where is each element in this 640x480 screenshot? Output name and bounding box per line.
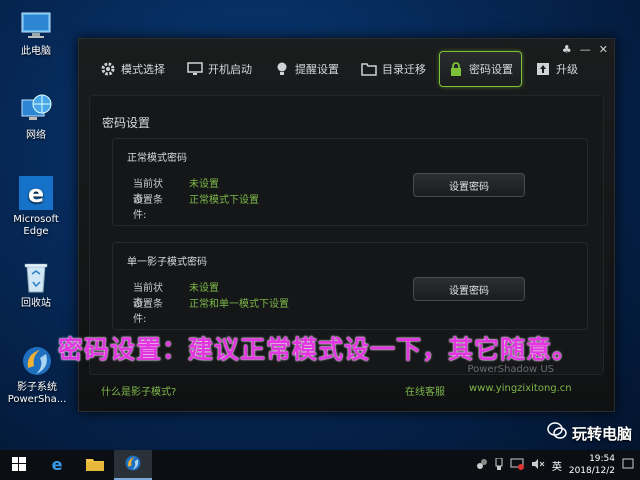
condition-label: 设置条件: bbox=[133, 299, 163, 325]
network-globe-icon bbox=[19, 92, 53, 126]
condition-value: 正常和单一模式下设置 bbox=[189, 299, 289, 310]
tab-label: 升级 bbox=[556, 63, 578, 76]
condition-label: 设置条件: bbox=[133, 195, 163, 221]
gear-icon bbox=[100, 61, 116, 77]
panel-title: 密码设置 bbox=[102, 116, 151, 130]
desktop-icon-label: 回收站 bbox=[21, 298, 51, 309]
online-service-link[interactable]: 在线客服 bbox=[405, 383, 445, 398]
clock-time: 19:54 bbox=[589, 454, 615, 464]
desktop-icon-this-pc[interactable]: 此电脑 bbox=[4, 8, 68, 58]
bulb-icon bbox=[274, 61, 290, 77]
volume-muted-icon[interactable] bbox=[531, 458, 545, 473]
folder-icon bbox=[361, 61, 377, 77]
window-footer: 什么是影子模式? 在线客服 www.yingzixitong.cn bbox=[79, 381, 614, 401]
close-button[interactable]: ✕ bbox=[599, 43, 608, 56]
svg-text:e: e bbox=[52, 456, 63, 472]
tab-directory-migration[interactable]: 目录迁移 bbox=[352, 51, 435, 87]
notification-icon[interactable] bbox=[622, 458, 634, 473]
tab-label: 开机启动 bbox=[208, 63, 252, 76]
tab-label: 目录迁移 bbox=[382, 63, 426, 76]
network-status-icon[interactable] bbox=[510, 458, 524, 473]
recycle-bin-icon bbox=[19, 260, 53, 294]
taskbar-shadow-system[interactable] bbox=[114, 450, 152, 480]
set-normal-password-button[interactable]: 设置密码 bbox=[413, 173, 525, 197]
card-title: 单一影子模式密码 bbox=[127, 257, 207, 268]
set-shadow-password-button[interactable]: 设置密码 bbox=[413, 277, 525, 301]
tab-upgrade[interactable]: 升级 bbox=[526, 51, 587, 87]
condition-value: 正常模式下设置 bbox=[189, 195, 259, 206]
tab-bar: 模式选择 开机启动 提醒设置 目录迁移 密码设置 升级 bbox=[91, 51, 587, 87]
watermark: 玩转电脑 bbox=[547, 422, 632, 444]
tab-reminder-settings[interactable]: 提醒设置 bbox=[265, 51, 348, 87]
condition-row: 设置条件: 正常和单一模式下设置 bbox=[133, 295, 289, 325]
watermark-text: 玩转电脑 bbox=[571, 424, 632, 443]
card-title: 正常模式密码 bbox=[127, 153, 187, 164]
shadow-system-icon bbox=[20, 344, 54, 378]
desktop-icon-label: Microsoft Edge bbox=[13, 214, 59, 237]
shadow-system-icon bbox=[124, 454, 142, 475]
folder-icon bbox=[86, 457, 104, 474]
edge-icon: e bbox=[49, 455, 65, 475]
tab-boot-startup[interactable]: 开机启动 bbox=[178, 51, 261, 87]
single-shadow-mode-password-card: 单一影子模式密码 当前状态: 未设置 设置条件: 正常和单一模式下设置 设置密码 bbox=[112, 242, 588, 330]
wechat-icon bbox=[547, 422, 567, 444]
upgrade-icon bbox=[535, 61, 551, 77]
clock-date: 2018/12/2 bbox=[568, 466, 615, 476]
monitor-icon bbox=[187, 61, 203, 77]
start-button[interactable] bbox=[0, 450, 38, 480]
overlay-caption: 密码设置：建议正常模式设一下，其它随意。 bbox=[58, 335, 579, 364]
desktop-icon-recycle-bin[interactable]: 回收站 bbox=[4, 260, 68, 310]
desktop-icon-edge[interactable]: e Microsoft Edge bbox=[4, 176, 68, 238]
tab-mode-select[interactable]: 模式选择 bbox=[91, 51, 174, 87]
tray-app-icon[interactable] bbox=[476, 458, 488, 473]
condition-row: 设置条件: 正常模式下设置 bbox=[133, 191, 259, 221]
computer-icon bbox=[19, 8, 53, 42]
svg-text:e: e bbox=[28, 180, 44, 208]
tab-label: 模式选择 bbox=[121, 63, 165, 76]
taskbar-file-explorer[interactable] bbox=[76, 450, 114, 480]
ime-indicator[interactable]: 英 bbox=[552, 458, 562, 473]
desktop-icon-label: 此电脑 bbox=[21, 46, 51, 57]
normal-mode-password-card: 正常模式密码 当前状态: 未设置 设置条件: 正常模式下设置 设置密码 bbox=[112, 138, 588, 226]
what-is-shadow-mode-link[interactable]: 什么是影子模式? bbox=[101, 383, 176, 398]
usb-icon[interactable] bbox=[495, 457, 503, 473]
windows-logo-icon bbox=[12, 456, 26, 474]
tab-label: 密码设置 bbox=[469, 63, 513, 76]
desktop-icon-network[interactable]: 网络 bbox=[4, 92, 68, 142]
tab-password-settings[interactable]: 密码设置 bbox=[439, 51, 522, 87]
lock-icon bbox=[448, 61, 464, 77]
taskbar-edge[interactable]: e bbox=[38, 450, 76, 480]
tab-label: 提醒设置 bbox=[295, 63, 339, 76]
desktop-icon-label: 影子系统 PowerSha... bbox=[7, 382, 67, 405]
desktop-icon-label: 网络 bbox=[26, 130, 46, 141]
edge-icon: e bbox=[19, 176, 53, 210]
website-link[interactable]: www.yingzixitong.cn bbox=[469, 383, 572, 394]
clock[interactable]: 19:54 2018/12/2 bbox=[569, 453, 615, 477]
system-tray: 英 19:54 2018/12/2 bbox=[476, 450, 634, 480]
taskbar: e 英 19:54 2018/12/2 bbox=[0, 450, 640, 480]
